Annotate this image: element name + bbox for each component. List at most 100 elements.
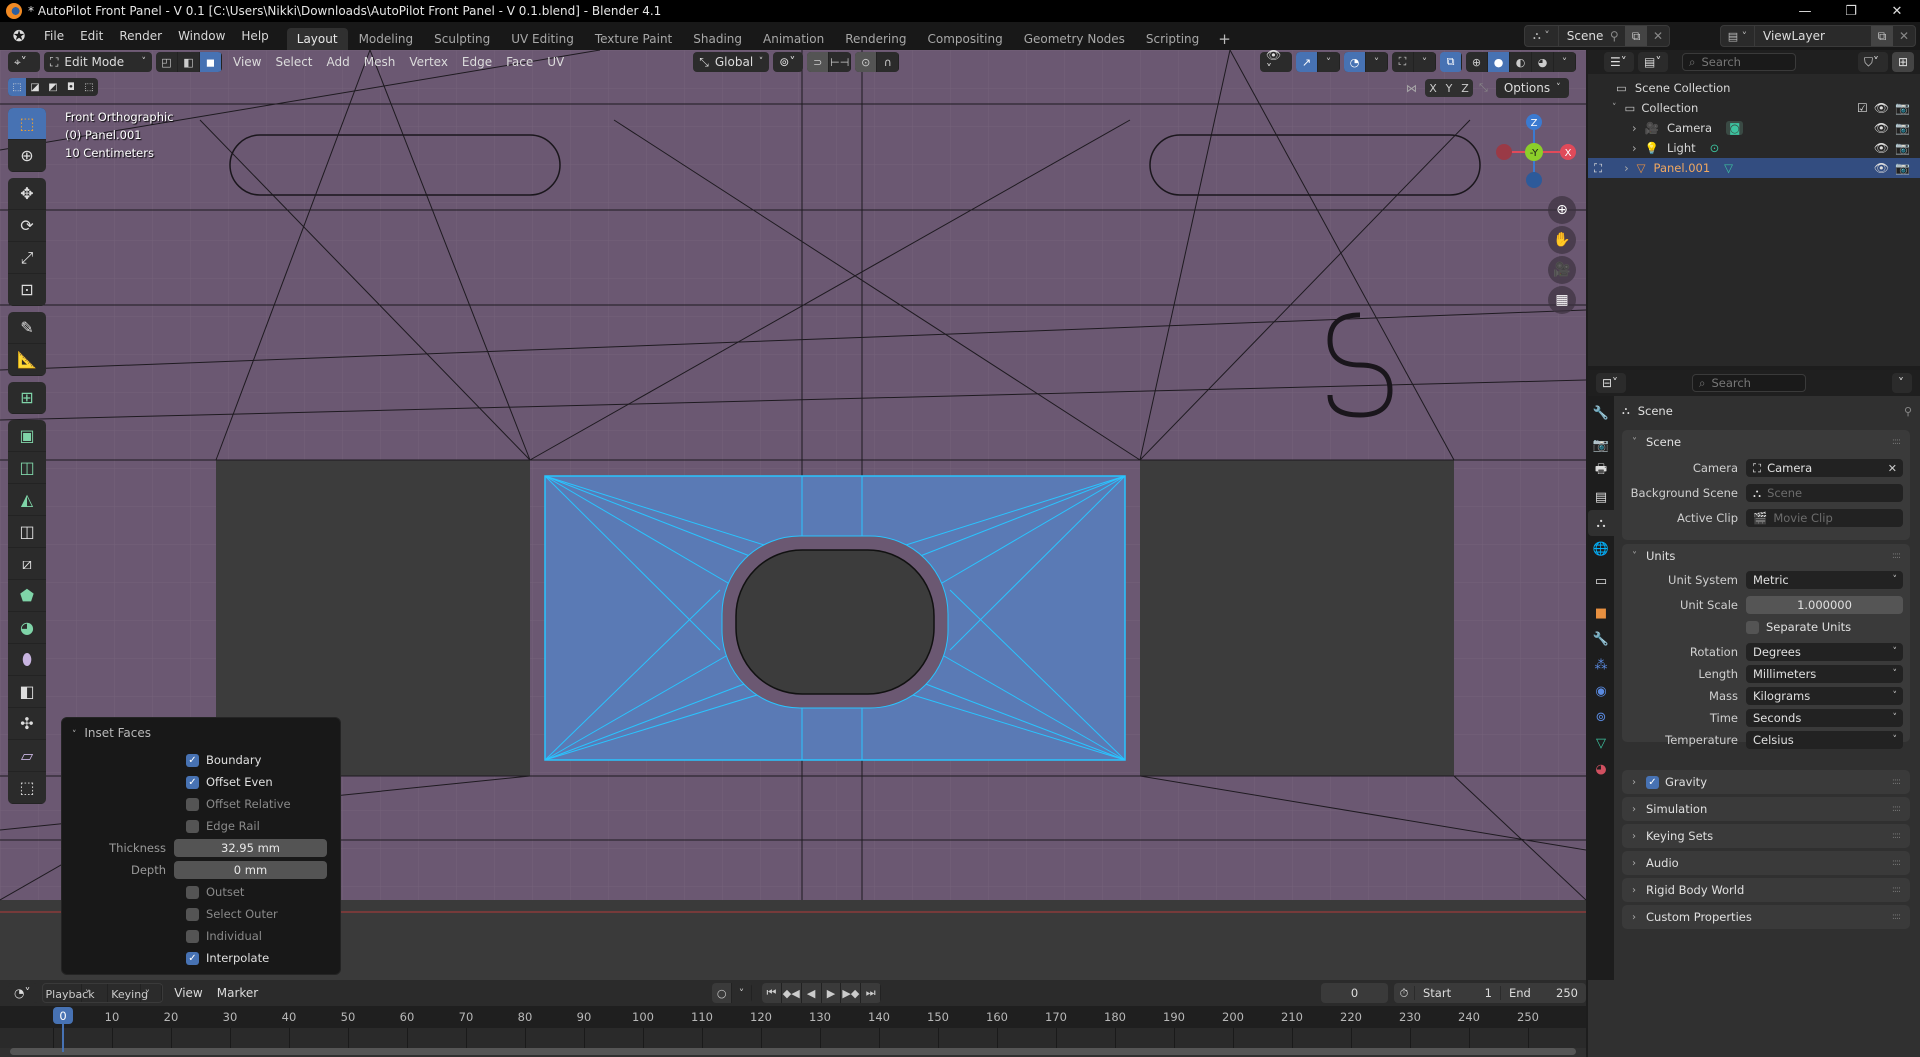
active-clip-field[interactable]: 🎬 Movie Clip bbox=[1746, 509, 1903, 527]
properties-editor-type[interactable]: ⊟˅ bbox=[1596, 373, 1626, 393]
camera-view-button[interactable]: 🎥 bbox=[1548, 256, 1576, 284]
mesh-overlay-dropdown-icon[interactable]: ˅ bbox=[1414, 52, 1436, 72]
tab-physics[interactable]: ◉ bbox=[1588, 678, 1614, 704]
select-new-icon[interactable]: ⬚ bbox=[8, 78, 26, 96]
mode-selector[interactable]: ⛶ Edit Mode ˅ bbox=[44, 52, 152, 72]
menu-edit[interactable]: Edit bbox=[72, 25, 111, 47]
measure-tool[interactable]: 📐 bbox=[8, 344, 46, 376]
next-keyframe-icon[interactable]: ▶◆ bbox=[841, 983, 862, 1003]
snap-increment-icon[interactable]: ⊢⊣ bbox=[829, 52, 852, 72]
tab-animation[interactable]: Animation bbox=[753, 28, 834, 50]
extrude-tool[interactable]: ▣ bbox=[8, 420, 46, 452]
outliner-item-panel[interactable]: ⛶ › ▽ Panel.001 ▽ 👁 📷 bbox=[1588, 158, 1920, 178]
scene-panel-header[interactable]: ˅ Scene :::: bbox=[1622, 430, 1910, 454]
tab-sculpting[interactable]: Sculpting bbox=[424, 28, 500, 50]
select-extend-icon[interactable]: ◪ bbox=[26, 78, 44, 96]
add-workspace-button[interactable]: + bbox=[1210, 28, 1239, 50]
transform-tool[interactable]: ⊡ bbox=[8, 274, 46, 306]
auto-keying-icon[interactable]: ○ bbox=[712, 983, 733, 1003]
interpolate-checkbox[interactable]: ✓ bbox=[186, 951, 199, 965]
audio-panel[interactable]: › Audio :::: bbox=[1622, 851, 1910, 875]
select-intersect-icon[interactable]: ⬚ bbox=[80, 78, 98, 96]
rigid-body-world-panel[interactable]: › Rigid Body World :::: bbox=[1622, 878, 1910, 902]
menu-face[interactable]: Face bbox=[499, 55, 540, 69]
overlay-dropdown-icon[interactable]: ˅ bbox=[1366, 52, 1388, 72]
menu-view[interactable]: View bbox=[226, 55, 268, 69]
play-icon[interactable]: ▶ bbox=[822, 983, 842, 1003]
tab-modifiers[interactable]: 🔧 bbox=[1588, 626, 1614, 652]
playhead[interactable]: 0 bbox=[53, 1007, 73, 1024]
menu-mesh[interactable]: Mesh bbox=[357, 55, 403, 69]
mesh-edit-overlay-icon[interactable]: ⛶ bbox=[1392, 52, 1414, 72]
falloff-icon[interactable]: ∩ bbox=[877, 52, 900, 72]
mirror-y-toggle[interactable]: Y bbox=[1441, 79, 1457, 97]
menu-select[interactable]: Select bbox=[268, 55, 319, 69]
pivot-point-button[interactable]: ⊚˅ bbox=[773, 52, 804, 72]
timeline-track[interactable] bbox=[0, 1028, 1586, 1048]
menu-window[interactable]: Window bbox=[170, 25, 233, 47]
tab-data[interactable]: ▽ bbox=[1588, 730, 1614, 756]
menu-file[interactable]: File bbox=[36, 25, 72, 47]
camera-render-icon[interactable]: 📷 bbox=[1895, 141, 1910, 155]
inset-faces-header[interactable]: ˅ Inset Faces bbox=[72, 726, 151, 740]
boundary-checkbox[interactable]: ✓ bbox=[186, 753, 199, 767]
interpolate-option[interactable]: ✓ Interpolate bbox=[62, 948, 342, 968]
background-scene-field[interactable]: ⛬ Scene bbox=[1746, 484, 1903, 502]
drag-handle-icon[interactable]: :::: bbox=[1892, 804, 1901, 814]
shrink-fatten-tool[interactable]: ✣ bbox=[8, 708, 46, 740]
keying-menu[interactable]: Keying ˅ bbox=[108, 984, 163, 1002]
pin-icon[interactable]: ⚲ bbox=[1904, 405, 1912, 418]
tab-compositing[interactable]: Compositing bbox=[917, 28, 1012, 50]
timeline-marker-menu[interactable]: Marker bbox=[210, 986, 265, 1000]
unit-system-dropdown[interactable]: Metric ˅ bbox=[1746, 571, 1903, 589]
outliner-item-light[interactable]: › 💡 Light ⊙ 👁 📷 bbox=[1588, 138, 1920, 158]
eye-icon[interactable]: 👁 bbox=[1874, 121, 1889, 135]
face-select-icon[interactable]: ◼ bbox=[200, 52, 222, 72]
tab-collection[interactable]: ▭ bbox=[1588, 568, 1614, 594]
scene-collection-row[interactable]: ▭ Scene Collection bbox=[1588, 78, 1920, 98]
viewlayer-name[interactable]: ViewLayer bbox=[1755, 29, 1871, 43]
scale-tool[interactable]: ⤢ bbox=[8, 242, 46, 274]
light-data-icon[interactable]: ⊙ bbox=[1710, 141, 1720, 155]
xray-icon[interactable]: ⧉ bbox=[1440, 52, 1462, 72]
individual-option[interactable]: Individual bbox=[62, 926, 342, 946]
temperature-dropdown[interactable]: Celsius ˅ bbox=[1746, 731, 1903, 749]
menu-vertex[interactable]: Vertex bbox=[402, 55, 455, 69]
camera-field[interactable]: ⛶ Camera ✕ bbox=[1746, 459, 1903, 477]
stopwatch-icon[interactable]: ⏱ bbox=[1394, 986, 1414, 1001]
mesh-data-icon[interactable]: ▽ bbox=[1724, 161, 1733, 175]
tab-rendering[interactable]: Rendering bbox=[835, 28, 916, 50]
separate-units-checkbox[interactable] bbox=[1746, 620, 1759, 634]
transform-orientation-selector[interactable]: ⤡ Global ˅ bbox=[693, 52, 770, 72]
edge-slide-tool[interactable]: ◧ bbox=[8, 676, 46, 708]
playback-menu[interactable]: Playback ˅ bbox=[43, 984, 109, 1002]
drag-handle-icon[interactable]: :::: bbox=[1892, 831, 1901, 841]
bevel-tool[interactable]: ◭ bbox=[8, 484, 46, 516]
length-dropdown[interactable]: Millimeters ˅ bbox=[1746, 665, 1903, 683]
tab-view-layer[interactable]: ▤ bbox=[1588, 484, 1614, 510]
rotate-tool[interactable]: ⟳ bbox=[8, 210, 46, 242]
drag-handle-icon[interactable]: :::: bbox=[1892, 912, 1901, 922]
eye-icon[interactable]: 👁 bbox=[1874, 161, 1889, 175]
select-box-tool[interactable]: ⬚ bbox=[8, 108, 46, 140]
collection-row[interactable]: ˅ ▭ Collection ☑ 👁 📷 bbox=[1588, 98, 1920, 118]
thickness-field[interactable]: 32.95 mm bbox=[174, 839, 327, 857]
tab-shading[interactable]: Shading bbox=[683, 28, 752, 50]
gizmo-dropdown-icon[interactable]: ˅ bbox=[1318, 52, 1340, 72]
gravity-checkbox[interactable]: ✓ bbox=[1646, 775, 1659, 789]
offset-relative-option[interactable]: Offset Relative bbox=[62, 794, 342, 814]
overlay-toggle-icon[interactable]: ◔ bbox=[1344, 52, 1366, 72]
shear-tool[interactable]: ▱ bbox=[8, 740, 46, 772]
smooth-tool[interactable]: ⬮ bbox=[8, 644, 46, 676]
move-tool[interactable]: ✥ bbox=[8, 178, 46, 210]
simulation-panel[interactable]: › Simulation :::: bbox=[1622, 797, 1910, 821]
ortho-toggle-button[interactable]: ▦ bbox=[1548, 286, 1576, 314]
gravity-panel[interactable]: › ✓ Gravity :::: bbox=[1622, 770, 1910, 794]
tab-uv-editing[interactable]: UV Editing bbox=[501, 28, 584, 50]
timeline-editor-type[interactable]: ◔˅ bbox=[8, 983, 39, 1003]
tab-tool[interactable]: 🔧 bbox=[1588, 400, 1614, 426]
unit-scale-field[interactable]: 1.000000 bbox=[1746, 596, 1903, 614]
properties-search[interactable]: ⌕ Search bbox=[1692, 374, 1806, 392]
tab-scripting[interactable]: Scripting bbox=[1136, 28, 1209, 50]
maximize-button[interactable]: ❐ bbox=[1828, 0, 1874, 22]
